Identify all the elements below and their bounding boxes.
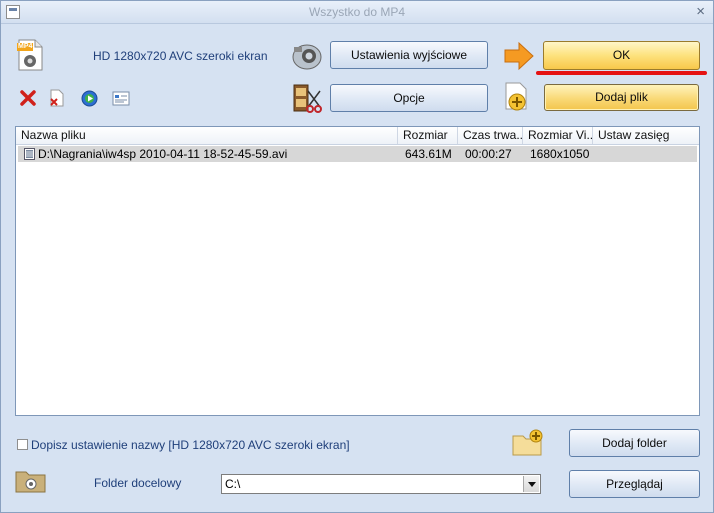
column-header-size[interactable]: Rozmiar — [398, 127, 458, 144]
output-folder-select[interactable]: C:\ — [221, 474, 541, 494]
title-bar[interactable]: Wszystko do MP4 × — [1, 1, 713, 24]
profile-label: HD 1280x720 AVC szeroki ekran — [93, 49, 268, 63]
remove-file-icon[interactable] — [48, 89, 66, 107]
mp4-badge: MP4 — [18, 43, 33, 50]
main-window: Wszystko do MP4 × MP4 HD 1280x720 AVC sz… — [0, 0, 714, 513]
append-name-checkbox[interactable] — [17, 439, 28, 450]
cell-duration: 00:00:27 — [465, 147, 512, 161]
ok-button[interactable]: OK — [543, 41, 700, 70]
output-folder-label: Folder docelowy — [94, 476, 182, 490]
column-header-video-size[interactable]: Rozmiar Vi... — [523, 127, 593, 144]
cell-filename: D:\Nagrania\iw4sp 2010-04-11 18-52-45-59… — [38, 147, 288, 161]
file-list-header: Nazwa pliku Rozmiar Czas trwa... Rozmiar… — [16, 127, 699, 145]
add-file-button[interactable]: Dodaj plik — [544, 84, 699, 111]
info-icon[interactable] — [112, 91, 130, 106]
mp4-file-icon: MP4 — [16, 39, 44, 71]
arrow-right-icon — [503, 41, 535, 71]
file-list[interactable]: Nazwa pliku Rozmiar Czas trwa... Rozmiar… — [15, 126, 700, 416]
table-row[interactable]: D:\Nagrania\iw4sp 2010-04-11 18-52-45-59… — [18, 146, 697, 162]
camera-settings-icon[interactable] — [291, 41, 323, 71]
column-header-name[interactable]: Nazwa pliku — [16, 127, 398, 144]
close-button[interactable]: × — [696, 3, 705, 20]
highlight-underline — [536, 71, 707, 75]
browse-button[interactable]: Przeglądaj — [569, 470, 700, 498]
add-file-icon[interactable] — [503, 82, 531, 112]
output-settings-button[interactable]: Ustawienia wyjściowe — [330, 41, 488, 69]
output-folder-value: C:\ — [225, 477, 241, 491]
append-name-label[interactable]: Dopisz ustawienie nazwy [HD 1280x720 AVC… — [31, 438, 350, 452]
video-file-icon — [24, 148, 35, 160]
column-header-range[interactable]: Ustaw zasięg — [593, 127, 699, 144]
chevron-down-icon[interactable] — [523, 476, 539, 492]
play-icon[interactable] — [81, 90, 98, 107]
options-button[interactable]: Opcje — [330, 84, 488, 112]
window-title: Wszystko do MP4 — [308, 5, 406, 19]
delete-icon[interactable] — [20, 90, 36, 106]
add-folder-icon[interactable] — [512, 429, 544, 457]
add-folder-button[interactable]: Dodaj folder — [569, 429, 700, 457]
cell-size: 643.61M — [405, 147, 452, 161]
cell-video-size: 1680x1050 — [530, 147, 590, 161]
column-header-duration[interactable]: Czas trwa... — [458, 127, 523, 144]
film-cut-icon[interactable] — [292, 83, 324, 113]
folder-camera-icon — [15, 468, 47, 494]
